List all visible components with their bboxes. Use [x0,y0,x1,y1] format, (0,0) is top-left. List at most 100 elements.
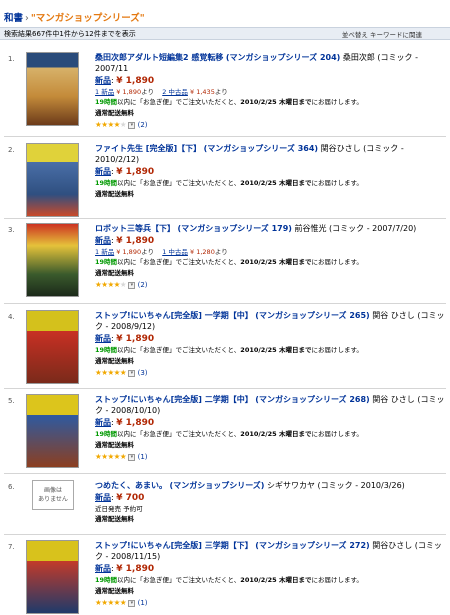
offers-line: 1 新品 ¥ 1,890より 2 中古品 ¥ 1,435より [95,87,448,97]
price: ¥ 1,890 [116,418,155,428]
offers-suffix: より [141,88,154,96]
offers-line: 1 新品 ¥ 1,890より 1 中古品 ¥ 1,280より [95,247,448,257]
book-cover-image[interactable] [26,540,79,614]
new-offers-link[interactable]: 1 新品 [95,88,114,96]
delivery-tail: にお届けします。 [311,258,363,266]
chevron-down-icon[interactable]: ▾ [128,121,136,129]
item-number: 6. [8,483,15,491]
series-link[interactable]: (マンガショップシリーズ 179) [178,224,292,233]
new-label[interactable]: 新品 [95,76,111,85]
chevron-down-icon[interactable]: ▾ [128,453,136,461]
offers-suffix: より [214,88,228,96]
price-line: 新品: ¥ 700 [95,493,145,503]
book-cover-image[interactable] [26,223,79,297]
delivery-hours: 19時間 [95,430,118,438]
new-label[interactable]: 新品 [95,167,111,176]
delivery-info: 19時間以内に「お急ぎ便」でご注文いただくと、2010/2/25 木曜日までにお… [95,345,448,356]
item-title-link[interactable]: つめたく、あまい。 [95,481,167,490]
delivery-date: 2010/2/25 木曜日まで [240,179,312,187]
chevron-down-icon[interactable]: ▾ [128,369,136,377]
star-rating-icon[interactable]: ★★★★★ [95,120,127,129]
used-offers-link[interactable]: 2 中古品 [162,88,188,96]
offers-suffix: より [214,248,228,256]
item-number: 7. [8,543,15,551]
used-offers-price: ¥ 1,435 [190,88,215,96]
divider [4,534,446,535]
book-cover-image[interactable] [26,310,79,384]
delivery-date: 2010/2/25 木曜日まで [240,98,312,106]
item-number: 3. [8,226,15,234]
delivery-info: 19時間以内に「お急ぎ便」でご注文いただくと、2010/2/25 木曜日までにお… [95,178,448,189]
breadcrumb-root-link[interactable]: 和書 [4,13,23,24]
delivery-hours: 19時間 [95,258,118,266]
new-label[interactable]: 新品 [95,236,111,245]
delivery-date: 2010/2/25 木曜日まで [240,430,312,438]
breadcrumb-separator: › [25,13,29,24]
review-count-link[interactable]: (1) [138,453,148,461]
star-rating-icon[interactable]: ★★★★★ [95,598,127,607]
price-line: 新品: ¥ 1,890 [95,418,155,428]
item-title: ストップ!にいちゃん[完全版] 三学期【下】 (マンガショップシリーズ 272)… [95,540,448,562]
delivery-text: 以内に「お急ぎ便」でご注文いただくと、 [117,98,241,106]
new-offers-price: ¥ 1,890 [116,248,142,256]
sort-dropdown[interactable]: 並べ替え キーワードに関連 [342,29,422,39]
item-title-link[interactable]: ファイト先生 [完全版]【下】 [95,144,201,153]
review-count-link[interactable]: (1) [138,599,148,607]
item-title-link[interactable]: ストップ!にいちゃん[完全版] 一学期【中】 [95,311,253,320]
price: ¥ 1,890 [116,564,155,574]
delivery-text: 以内に「お急ぎ便」でご注文いただくと、 [117,430,241,438]
free-shipping-label: 通常配送無料 [95,190,134,198]
item-title-link[interactable]: ストップ!にいちゃん[完全版] 二学期【中】 [95,395,253,404]
series-link[interactable]: (マンガショップシリーズ 272) [255,541,369,550]
rating: ★★★★★ ▾ (3) [95,367,448,379]
item-title: ファイト先生 [完全版]【下】 (マンガショップシリーズ 364) 関谷ひさし … [95,143,448,165]
book-cover-image[interactable] [26,143,79,217]
star-rating-icon[interactable]: ★★★★★ [95,368,127,377]
new-label[interactable]: 新品 [95,564,111,573]
delivery-tail: にお届けします。 [311,179,363,187]
free-shipping-label: 通常配送無料 [95,587,134,595]
new-offers-price: ¥ 1,890 [116,88,142,96]
price: ¥ 1,890 [116,76,155,86]
price-line: 新品: ¥ 1,890 [95,76,155,86]
item-title: つめたく、あまい。 (マンガショップシリーズ) シギサワカヤ (コミック - 2… [95,480,448,491]
star-rating-icon[interactable]: ★★★★★ [95,280,127,289]
item-number: 2. [8,146,15,154]
item-number: 5. [8,397,15,405]
new-offers-link[interactable]: 1 新品 [95,248,114,256]
delivery-info: 19時間以内に「お急ぎ便」でご注文いただくと、2010/2/25 木曜日までにお… [95,97,448,108]
used-offers-price: ¥ 1,280 [190,248,215,256]
new-label[interactable]: 新品 [95,334,111,343]
divider [4,388,446,389]
delivery-info: 19時間以内に「お急ぎ便」でご注文いただくと、2010/2/25 木曜日までにお… [95,429,448,440]
review-count-link[interactable]: (2) [138,121,148,129]
new-label[interactable]: 新品 [95,418,111,427]
used-offers-link[interactable]: 1 中古品 [162,248,188,256]
delivery-text: 以内に「お急ぎ便」でご注文いただくと、 [117,258,241,266]
series-link[interactable]: (マンガショップシリーズ 364) [204,144,318,153]
delivery-tail: にお届けします。 [311,98,363,106]
item-title-link[interactable]: ストップ!にいちゃん[完全版] 三学期【下】 [95,541,253,550]
star-rating-icon[interactable]: ★★★★★ [95,452,127,461]
divider [4,218,446,219]
new-label[interactable]: 新品 [95,493,111,502]
book-cover-image[interactable] [26,52,79,126]
review-count-link[interactable]: (2) [138,281,148,289]
series-link[interactable]: (マンガショップシリーズ 268) [255,395,369,404]
delivery-text: 以内に「お急ぎ便」でご注文いただくと、 [117,576,241,584]
item-number: 4. [8,313,15,321]
delivery-text: 以内に「お急ぎ便」でご注文いただくと、 [117,346,241,354]
result-count: 検索結果667件中1件から12件までを表示 [4,30,136,38]
chevron-down-icon[interactable]: ▾ [128,281,136,289]
free-shipping-label: 通常配送無料 [95,357,134,365]
free-shipping-label: 通常配送無料 [95,515,134,523]
breadcrumb-current: "マンガショップシリーズ" [30,13,145,24]
chevron-down-icon[interactable]: ▾ [128,599,136,607]
series-link[interactable]: (マンガショップシリーズ 265) [255,311,369,320]
series-link[interactable]: (マンガショップシリーズ) [170,481,265,490]
review-count-link[interactable]: (3) [138,369,148,377]
item-title-link[interactable]: 桑田次郎アダルト短編集2 感覚転移 [95,53,223,62]
series-link[interactable]: (マンガショップシリーズ 204) [226,53,340,62]
book-cover-image[interactable] [26,394,79,468]
item-title-link[interactable]: ロボット三等兵【下】 [95,224,175,233]
